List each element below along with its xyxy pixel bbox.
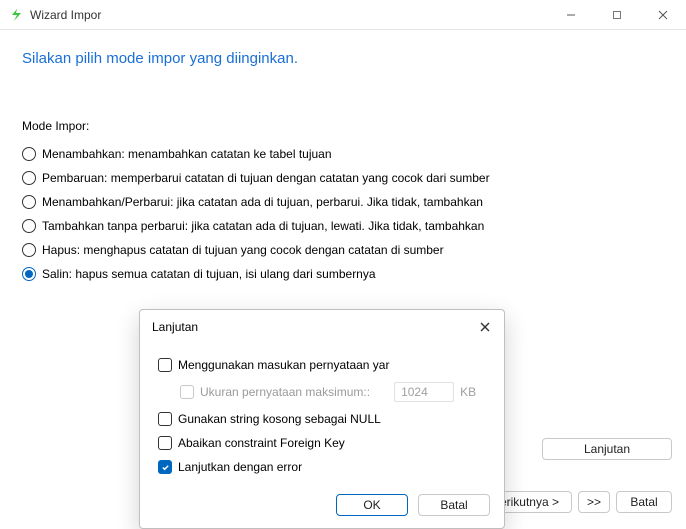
- checkbox-icon: [158, 460, 172, 474]
- dialog-ok-button[interactable]: OK: [336, 494, 408, 516]
- max-statement-input: [394, 382, 454, 402]
- wizard-body: Silakan pilih mode impor yang diinginkan…: [0, 30, 686, 281]
- radio-label: Menambahkan: menambahkan catatan ke tabe…: [42, 147, 332, 161]
- dialog-footer: OK Batal: [140, 488, 504, 528]
- radio-append-update[interactable]: Menambahkan/Perbarui: jika catatan ada d…: [22, 195, 664, 209]
- radio-copy[interactable]: Salin: hapus semua catatan di tujuan, is…: [22, 267, 664, 281]
- radio-icon: [22, 219, 36, 233]
- radio-icon: [22, 267, 36, 281]
- page-heading: Silakan pilih mode impor yang diinginkan…: [22, 50, 664, 67]
- checkbox-label: Lanjutkan dengan error: [178, 460, 302, 474]
- radio-append-noupdate[interactable]: Tambahkan tanpa perbarui: jika catatan a…: [22, 219, 664, 233]
- mode-label: Mode Impor:: [22, 119, 664, 133]
- checkbox-empty-null[interactable]: Gunakan string kosong sebagai NULL: [158, 412, 486, 426]
- app-icon: [8, 7, 24, 23]
- radio-icon: [22, 147, 36, 161]
- unit-label: KB: [460, 385, 476, 399]
- radio-update[interactable]: Pembaruan: memperbarui catatan di tujuan…: [22, 171, 664, 185]
- checkbox-label: Ukuran pernyataan maksimum::: [200, 385, 370, 399]
- radio-icon: [22, 243, 36, 257]
- import-mode-group: Menambahkan: menambahkan catatan ke tabe…: [22, 147, 664, 281]
- dialog-title: Lanjutan: [152, 320, 198, 334]
- checkbox-icon: [180, 385, 194, 399]
- radio-icon: [22, 195, 36, 209]
- checkbox-label: Menggunakan masukan pernyataan yar: [178, 358, 389, 372]
- checkbox-icon: [158, 358, 172, 372]
- checkbox-multi-insert[interactable]: Menggunakan masukan pernyataan yar: [158, 358, 486, 372]
- radio-label: Salin: hapus semua catatan di tujuan, is…: [42, 267, 376, 281]
- checkbox-icon: [158, 412, 172, 426]
- checkbox-label: Abaikan constraint Foreign Key: [178, 436, 345, 450]
- radio-label: Menambahkan/Perbarui: jika catatan ada d…: [42, 195, 483, 209]
- checkbox-ignore-fk[interactable]: Abaikan constraint Foreign Key: [158, 436, 486, 450]
- maximize-button[interactable]: [594, 0, 640, 30]
- radio-label: Tambahkan tanpa perbarui: jika catatan a…: [42, 219, 484, 233]
- close-button[interactable]: [640, 0, 686, 30]
- checkbox-icon: [158, 436, 172, 450]
- dialog-body: Menggunakan masukan pernyataan yar Ukura…: [140, 344, 504, 488]
- checkbox-label: Gunakan string kosong sebagai NULL: [178, 412, 381, 426]
- fast-forward-button[interactable]: >>: [578, 491, 610, 513]
- minimize-button[interactable]: [548, 0, 594, 30]
- dialog-header: Lanjutan: [140, 310, 504, 344]
- radio-label: Hapus: menghapus catatan di tujuan yang …: [42, 243, 444, 257]
- advanced-button[interactable]: Lanjutan: [542, 438, 672, 460]
- cancel-button[interactable]: Batal: [616, 491, 672, 513]
- checkbox-max-statement: Ukuran pernyataan maksimum:: KB: [180, 382, 486, 402]
- dialog-cancel-button[interactable]: Batal: [418, 494, 490, 516]
- titlebar: Wizard Impor: [0, 0, 686, 30]
- dialog-close-button[interactable]: [474, 316, 496, 338]
- radio-append[interactable]: Menambahkan: menambahkan catatan ke tabe…: [22, 147, 664, 161]
- radio-icon: [22, 171, 36, 185]
- window-title: Wizard Impor: [30, 8, 101, 22]
- checkbox-continue-error[interactable]: Lanjutkan dengan error: [158, 460, 486, 474]
- advanced-dialog: Lanjutan Menggunakan masukan pernyataan …: [139, 309, 505, 529]
- radio-delete[interactable]: Hapus: menghapus catatan di tujuan yang …: [22, 243, 664, 257]
- radio-label: Pembaruan: memperbarui catatan di tujuan…: [42, 171, 490, 185]
